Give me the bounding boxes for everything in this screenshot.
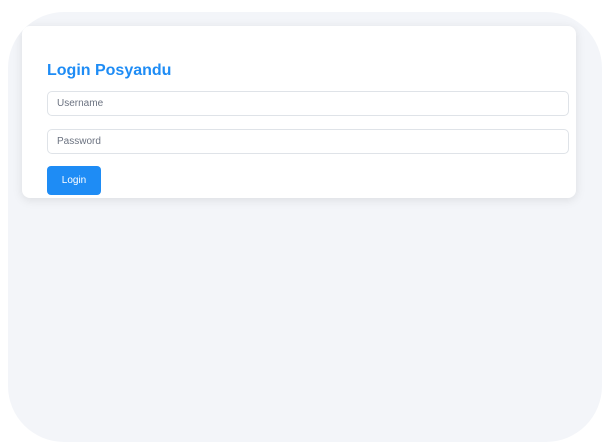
page-title: Login Posyandu xyxy=(47,62,172,79)
password-input[interactable] xyxy=(47,129,569,154)
login-card: Login Posyandu Login xyxy=(22,26,576,198)
login-button[interactable]: Login xyxy=(47,166,101,195)
username-input[interactable] xyxy=(47,91,569,116)
app-viewport: Login Posyandu Login xyxy=(8,12,602,442)
